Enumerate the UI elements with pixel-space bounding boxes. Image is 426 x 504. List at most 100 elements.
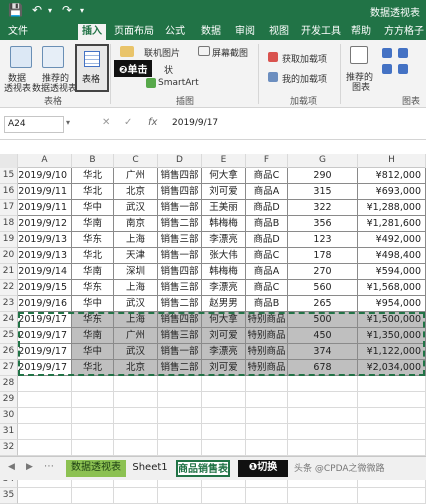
- row-header[interactable]: 19: [0, 232, 18, 248]
- my-addins-icon[interactable]: [268, 72, 278, 82]
- table-cell[interactable]: [72, 408, 114, 424]
- table-cell[interactable]: 商品D: [246, 232, 288, 248]
- table-cell[interactable]: [288, 392, 358, 408]
- table-cell[interactable]: [114, 424, 158, 440]
- table-cell[interactable]: 678: [288, 360, 358, 376]
- table-cell[interactable]: 特别商品: [246, 344, 288, 360]
- shapes-label[interactable]: 状: [164, 63, 173, 76]
- table-cell[interactable]: 销售三部: [158, 280, 202, 296]
- tab-view[interactable]: 视图: [266, 24, 292, 40]
- row-header[interactable]: 30: [0, 408, 18, 424]
- table-cell[interactable]: [358, 440, 426, 456]
- table-cell[interactable]: [202, 488, 246, 504]
- undo-dropdown-icon[interactable]: ▾: [48, 6, 52, 15]
- table-cell[interactable]: [288, 424, 358, 440]
- recommended-pivot-label-2[interactable]: 数据透视表: [32, 81, 77, 94]
- column-header[interactable]: E: [202, 154, 246, 168]
- table-cell[interactable]: 销售四部: [158, 168, 202, 184]
- table-cell[interactable]: 销售四部: [158, 312, 202, 328]
- table-cell[interactable]: 322: [288, 200, 358, 216]
- table-cell[interactable]: 290: [288, 168, 358, 184]
- table-cell[interactable]: 2019/9/13: [18, 248, 72, 264]
- table-cell[interactable]: 2019/9/16: [18, 296, 72, 312]
- table-cell[interactable]: [246, 488, 288, 504]
- table-cell[interactable]: 商品C: [246, 168, 288, 184]
- get-addins-label[interactable]: 获取加载项: [282, 52, 327, 65]
- table-cell[interactable]: 销售一部: [158, 248, 202, 264]
- row-header[interactable]: 35: [0, 488, 18, 504]
- table-cell[interactable]: [72, 440, 114, 456]
- name-box-dropdown-icon[interactable]: ▾: [66, 118, 70, 127]
- table-cell[interactable]: 销售四部: [158, 184, 202, 200]
- table-cell[interactable]: 武汉: [114, 200, 158, 216]
- table-cell[interactable]: 刘可爱: [202, 360, 246, 376]
- row-header[interactable]: 31: [0, 424, 18, 440]
- table-cell[interactable]: 450: [288, 328, 358, 344]
- tab-insert[interactable]: 插入: [78, 24, 106, 40]
- column-header[interactable]: B: [72, 154, 114, 168]
- table-cell[interactable]: 2019/9/17: [18, 312, 72, 328]
- column-header[interactable]: H: [358, 154, 426, 168]
- cancel-icon[interactable]: ✕: [102, 117, 110, 128]
- name-box[interactable]: A24: [4, 116, 64, 133]
- recommended-charts-icon[interactable]: [350, 46, 368, 64]
- row-header[interactable]: 17: [0, 200, 18, 216]
- table-cell[interactable]: [72, 376, 114, 392]
- online-pictures-icon[interactable]: [120, 46, 134, 57]
- table-cell[interactable]: [246, 392, 288, 408]
- table-cell[interactable]: 特别商品: [246, 328, 288, 344]
- table-cell[interactable]: [18, 488, 72, 504]
- table-cell[interactable]: 销售三部: [158, 328, 202, 344]
- table-cell[interactable]: [18, 440, 72, 456]
- tab-fangfang[interactable]: 方方格子: [382, 24, 426, 40]
- table-cell[interactable]: 特别商品: [246, 360, 288, 376]
- row-header[interactable]: 16: [0, 184, 18, 200]
- table-cell[interactable]: [114, 408, 158, 424]
- undo-icon[interactable]: ↶: [32, 3, 42, 17]
- table-cell[interactable]: 赵男男: [202, 296, 246, 312]
- row-header[interactable]: 26: [0, 344, 18, 360]
- table-cell[interactable]: 华南: [72, 328, 114, 344]
- row-header[interactable]: 29: [0, 392, 18, 408]
- bar-chart-icon[interactable]: [382, 64, 392, 74]
- table-cell[interactable]: [358, 408, 426, 424]
- table-cell[interactable]: 商品C: [246, 280, 288, 296]
- pivot-table-label-2[interactable]: 透视表: [4, 81, 31, 94]
- table-cell[interactable]: 广州: [114, 168, 158, 184]
- table-cell[interactable]: 2019/9/17: [18, 328, 72, 344]
- column-header[interactable]: D: [158, 154, 202, 168]
- table-cell[interactable]: 商品B: [246, 216, 288, 232]
- tab-help[interactable]: 帮助: [348, 24, 374, 40]
- table-cell[interactable]: 韩梅梅: [202, 216, 246, 232]
- table-cell[interactable]: [114, 376, 158, 392]
- table-cell[interactable]: 销售一部: [158, 344, 202, 360]
- table-cell[interactable]: 商品C: [246, 248, 288, 264]
- tab-data[interactable]: 数据: [198, 24, 224, 40]
- table-cell[interactable]: 265: [288, 296, 358, 312]
- table-cell[interactable]: 356: [288, 216, 358, 232]
- table-cell[interactable]: 李漂亮: [202, 344, 246, 360]
- table-cell[interactable]: [202, 440, 246, 456]
- table-cell[interactable]: 上海: [114, 312, 158, 328]
- sheet-grid[interactable]: 15 2019/9/10 华北 广州 销售四部 何大拿 商品C 290 ¥812,000 16 20…: [0, 168, 426, 504]
- enter-icon[interactable]: ✓: [124, 117, 132, 128]
- pie-chart-icon[interactable]: [398, 64, 408, 74]
- store-icon[interactable]: [268, 52, 278, 62]
- table-cell[interactable]: 2019/9/14: [18, 264, 72, 280]
- table-cell[interactable]: 韩梅梅: [202, 264, 246, 280]
- table-cell[interactable]: [114, 392, 158, 408]
- row-header[interactable]: 15: [0, 168, 18, 184]
- table-cell[interactable]: 华东: [72, 312, 114, 328]
- sheet-tab-pivot[interactable]: 数据透视表: [66, 460, 126, 477]
- table-cell[interactable]: ¥2,034,000: [358, 360, 426, 376]
- table-cell[interactable]: [358, 424, 426, 440]
- table-cell[interactable]: ¥498,400: [358, 248, 426, 264]
- table-cell[interactable]: [18, 424, 72, 440]
- recommended-pivot-icon[interactable]: [42, 46, 64, 68]
- select-all-corner[interactable]: [0, 154, 18, 168]
- table-cell[interactable]: [358, 488, 426, 504]
- table-cell[interactable]: [72, 488, 114, 504]
- table-cell[interactable]: 商品D: [246, 200, 288, 216]
- more-sheets-icon[interactable]: ⋯: [44, 461, 54, 472]
- column-header[interactable]: A: [18, 154, 72, 168]
